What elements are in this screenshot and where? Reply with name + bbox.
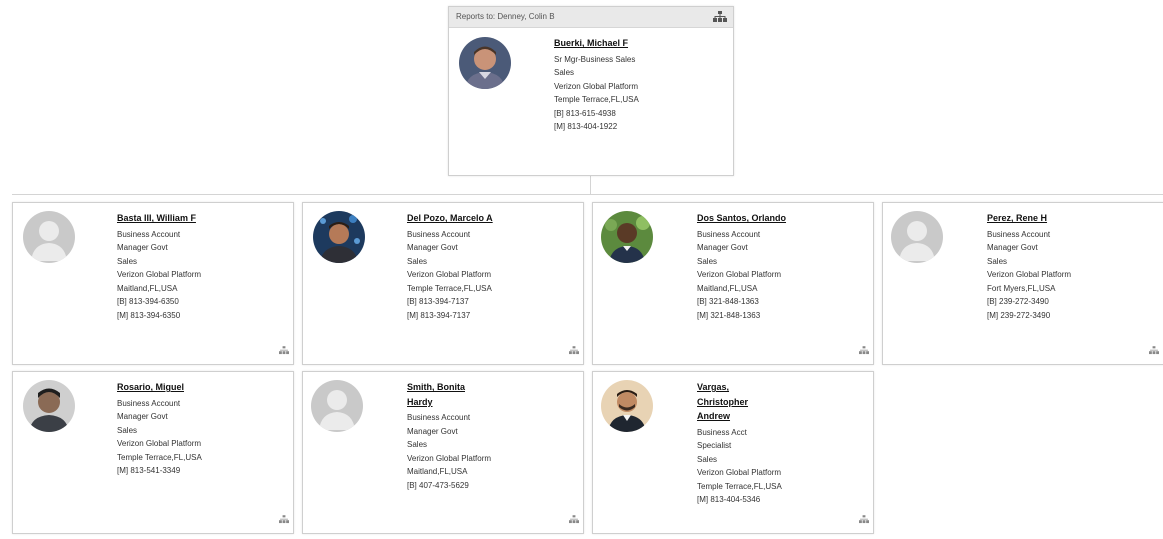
- report-department: Sales: [407, 440, 428, 449]
- manager-location: Temple Terrace,FL,USA: [554, 95, 639, 104]
- report-phone: [M] 321-848-1363: [697, 310, 761, 320]
- manager-phone-mobile: [M] 813-404-1922: [554, 122, 618, 131]
- report-org: Verizon Global Platform: [987, 270, 1072, 279]
- report-info: Smith, Bonita Hardy Business Account Man…: [407, 380, 492, 492]
- report-card-vargas[interactable]: Vargas, Christopher Andrew Business Acct…: [592, 371, 874, 534]
- report-info: Dos Santos, Orlando Business Account Man…: [697, 211, 792, 322]
- report-info: Vargas, Christopher Andrew Business Acct…: [697, 380, 782, 507]
- report-name-link[interactable]: Del Pozo, Marcelo A: [407, 211, 493, 226]
- report-phone: [M] 813-394-7137: [407, 310, 471, 320]
- report-title-line-2: Manager Govt: [697, 243, 748, 252]
- report-org: Verizon Global Platform: [407, 453, 492, 463]
- report-phone: [M] 239-272-3490: [987, 310, 1051, 320]
- report-card-del-pozo[interactable]: Del Pozo, Marcelo A Business Account Man…: [302, 202, 584, 365]
- report-phone: [B] 813-394-7137: [407, 297, 469, 306]
- report-card-rosario[interactable]: Rosario, Miguel Business Account Manager…: [12, 371, 294, 534]
- report-avatar-photo[interactable]: [313, 211, 365, 263]
- report-card-perez[interactable]: Perez, Rene H Business Account Manager G…: [882, 202, 1163, 365]
- report-avatar-photo[interactable]: [23, 380, 75, 432]
- report-info: Perez, Rene H Business Account Manager G…: [987, 211, 1071, 322]
- report-department: Sales: [407, 256, 428, 266]
- report-title-line-2: Manager Govt: [407, 426, 458, 436]
- report-avatar-photo[interactable]: [601, 380, 653, 432]
- report-title-line-2: Specialist: [697, 441, 732, 450]
- avatar-placeholder-icon[interactable]: [311, 380, 363, 432]
- manager-org: Verizon Global Platform: [554, 81, 639, 91]
- manager-info: Buerki, Michael F Sr Mgr-Business Sales …: [554, 36, 639, 134]
- report-title-line-2: Manager Govt: [407, 243, 458, 252]
- report-org: Verizon Global Platform: [697, 270, 782, 279]
- avatar-placeholder-icon[interactable]: [23, 211, 75, 263]
- report-info: Basta III, William F Business Account Ma…: [117, 211, 201, 322]
- report-card-smith[interactable]: Smith, Bonita Hardy Business Account Man…: [302, 371, 584, 534]
- report-phone: [M] 813-404-5346: [697, 495, 761, 504]
- org-chart-icon[interactable]: [279, 511, 289, 529]
- report-phone: [B] 407-473-5629: [407, 480, 469, 490]
- report-phone: [B] 813-394-6350: [117, 297, 179, 306]
- report-name-link[interactable]: Smith, Bonita Hardy: [407, 380, 492, 409]
- report-phone: [M] 813-394-6350: [117, 310, 181, 320]
- report-phone: [B] 321-848-1363: [697, 297, 759, 306]
- report-phone: [M] 813-541-3349: [117, 466, 181, 475]
- report-department: Sales: [117, 425, 138, 435]
- report-location: Temple Terrace,FL,USA: [117, 452, 202, 462]
- manager-phone-business: [B] 813-615-4938: [554, 108, 616, 118]
- report-location: Maitland,FL,USA: [697, 283, 758, 293]
- report-title-line-1: Business Acct: [697, 427, 747, 437]
- manager-department: Sales: [554, 68, 575, 77]
- report-phone: [B] 239-272-3490: [987, 297, 1049, 306]
- reports-to-label[interactable]: Reports to: Denney, Colin B: [456, 12, 555, 21]
- report-info: Rosario, Miguel Business Account Manager…: [117, 380, 202, 478]
- report-card-basta[interactable]: Basta III, William F Business Account Ma…: [12, 202, 294, 365]
- manager-title: Sr Mgr-Business Sales: [554, 54, 636, 64]
- report-name-link[interactable]: Rosario, Miguel: [117, 380, 202, 395]
- report-location: Maitland,FL,USA: [407, 467, 468, 476]
- report-title-line-1: Business Account: [987, 229, 1051, 239]
- report-name-link[interactable]: Vargas, Christopher Andrew: [697, 380, 777, 424]
- report-title-line-2: Manager Govt: [117, 243, 168, 252]
- report-avatar-photo[interactable]: [601, 211, 653, 263]
- org-chart-icon[interactable]: [1149, 342, 1159, 360]
- manager-card[interactable]: Reports to: Denney, Colin B Buerki, Mich…: [448, 6, 734, 176]
- report-title-line-1: Business Account: [117, 229, 181, 239]
- report-title-line-2: Manager Govt: [987, 243, 1038, 252]
- connector-vertical-manager: [590, 174, 591, 194]
- manager-name-link[interactable]: Buerki, Michael F: [554, 36, 639, 51]
- org-chart-icon[interactable]: [859, 342, 869, 360]
- avatar-placeholder-icon[interactable]: [891, 211, 943, 263]
- report-org: Verizon Global Platform: [697, 468, 782, 477]
- report-department: Sales: [117, 256, 138, 266]
- report-department: Sales: [697, 256, 718, 266]
- connector-horizontal: [12, 194, 1163, 195]
- report-info: Del Pozo, Marcelo A Business Account Man…: [407, 211, 493, 322]
- report-org: Verizon Global Platform: [117, 270, 202, 279]
- report-org: Verizon Global Platform: [117, 439, 202, 448]
- report-name-link[interactable]: Dos Santos, Orlando: [697, 211, 792, 226]
- report-location: Temple Terrace,FL,USA: [697, 481, 782, 491]
- report-name-link[interactable]: Perez, Rene H: [987, 211, 1071, 226]
- report-department: Sales: [987, 256, 1008, 266]
- report-department: Sales: [697, 454, 718, 464]
- org-chart-icon[interactable]: [569, 342, 579, 360]
- report-title-line-2: Manager Govt: [117, 412, 168, 421]
- report-location: Fort Myers,FL,USA: [987, 283, 1056, 293]
- report-location: Temple Terrace,FL,USA: [407, 283, 492, 293]
- report-title-line-1: Business Account: [697, 229, 761, 239]
- report-card-dos-santos[interactable]: Dos Santos, Orlando Business Account Man…: [592, 202, 874, 365]
- report-title-line-1: Business Account: [407, 413, 471, 422]
- report-name-link[interactable]: Basta III, William F: [117, 211, 201, 226]
- manager-avatar[interactable]: [459, 37, 511, 89]
- report-title-line-1: Business Account: [407, 229, 471, 239]
- reports-to-bar[interactable]: Reports to: Denney, Colin B: [449, 7, 733, 28]
- report-org: Verizon Global Platform: [407, 270, 492, 279]
- report-title-line-1: Business Account: [117, 398, 181, 408]
- org-chart-icon[interactable]: [569, 511, 579, 529]
- org-chart-icon[interactable]: [859, 511, 869, 529]
- org-chart-icon[interactable]: [279, 342, 289, 360]
- org-chart-icon[interactable]: [713, 11, 727, 31]
- report-location: Maitland,FL,USA: [117, 283, 178, 293]
